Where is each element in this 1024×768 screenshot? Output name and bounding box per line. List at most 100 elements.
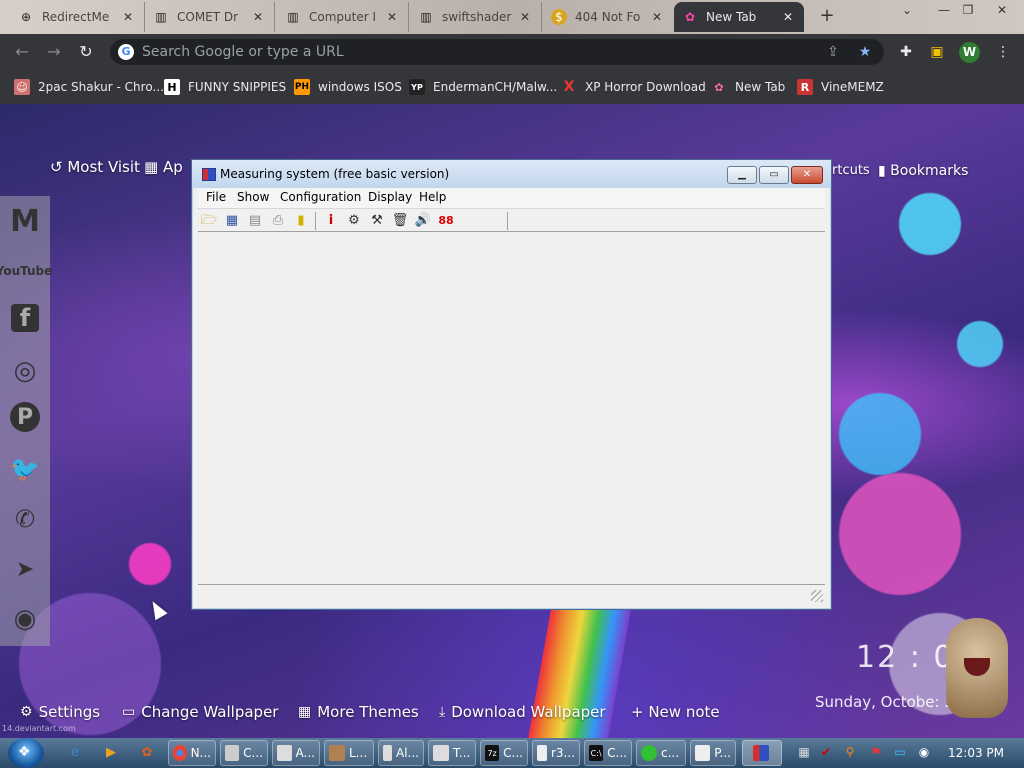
tray-volume-icon[interactable]: ◉ bbox=[916, 744, 932, 760]
menu-file[interactable]: File bbox=[206, 190, 226, 204]
download-wallpaper-button[interactable]: ⤓ Download Wallpaper bbox=[439, 700, 606, 724]
tab-redirectme[interactable]: ⊕ RedirectMe ✕ bbox=[10, 2, 145, 32]
maximize-button[interactable]: ▭ bbox=[759, 166, 789, 184]
menu-configuration[interactable]: Configuration bbox=[280, 190, 361, 204]
ie-icon[interactable]: e bbox=[66, 744, 84, 762]
open-folder-icon[interactable]: 🗁 bbox=[200, 212, 218, 230]
taskbar-item-3[interactable]: A... bbox=[272, 740, 320, 766]
kebab-menu-icon[interactable]: ⋮ bbox=[994, 43, 1012, 61]
resize-grip-icon[interactable] bbox=[811, 590, 823, 602]
close-icon[interactable]: ✕ bbox=[250, 10, 266, 24]
tab-swiftshader[interactable]: ▥ swiftshader ✕ bbox=[410, 2, 542, 32]
tray-flag-icon[interactable]: ⚑ bbox=[868, 744, 884, 760]
app-toolbar: 🗁 ▦ ▤ ⎙ ▮ i ⚙ ⚒ 🗑 🔊 88 bbox=[198, 208, 825, 232]
app-title-bar[interactable]: Measuring system (free basic version) ▁ … bbox=[192, 160, 831, 188]
bookmark-funny-snippies[interactable]: H FUNNY SNIPPIES bbox=[164, 77, 286, 97]
profile-avatar[interactable]: W bbox=[959, 42, 980, 63]
taskbar-cmd[interactable]: C:\ C... bbox=[584, 740, 632, 766]
tab-comet[interactable]: ▥ COMET Dr ✕ bbox=[145, 2, 275, 32]
pinterest-icon[interactable]: P bbox=[10, 402, 40, 432]
taskbar-item-2[interactable]: C... bbox=[220, 740, 268, 766]
share-icon[interactable]: ⇪ bbox=[824, 43, 842, 61]
close-icon[interactable]: ✕ bbox=[384, 10, 400, 24]
side-panel-icon[interactable]: ▣ bbox=[928, 43, 946, 61]
taskbar-item-11[interactable]: P... bbox=[690, 740, 736, 766]
bookmark-new-tab[interactable]: ✿ New Tab bbox=[711, 77, 785, 97]
taskbar-item-8[interactable]: r3... bbox=[532, 740, 580, 766]
extensions-puzzle-icon[interactable]: ✚ bbox=[897, 43, 915, 61]
app-launcher-icon[interactable]: ✿ bbox=[138, 744, 156, 762]
star-icon[interactable]: ★ bbox=[856, 43, 874, 61]
omnibox[interactable]: G Search Google or type a URL ⇪ ★ bbox=[110, 39, 884, 65]
x-logo-icon: X bbox=[563, 79, 575, 95]
tab-title: RedirectMe bbox=[42, 10, 110, 24]
record-icon[interactable]: ▦ bbox=[223, 212, 241, 230]
tab-404[interactable]: $ 404 Not Fo ✕ bbox=[543, 2, 673, 32]
apps-button[interactable]: ▦ Ap bbox=[144, 158, 183, 176]
new-note-button[interactable]: + New note bbox=[631, 700, 720, 724]
close-icon[interactable]: ✕ bbox=[517, 10, 533, 24]
taskbar-item-10[interactable]: c... bbox=[636, 740, 686, 766]
print-icon[interactable]: ⎙ bbox=[269, 212, 287, 230]
menu-help[interactable]: Help bbox=[419, 190, 446, 204]
digital-display-icon[interactable]: 88 bbox=[437, 212, 455, 230]
menu-display[interactable]: Display bbox=[368, 190, 412, 204]
taskbar-item-5[interactable]: Al... bbox=[378, 740, 424, 766]
more-themes-button[interactable]: ▦ More Themes bbox=[298, 700, 419, 724]
youtube-icon[interactable]: YouTube bbox=[0, 254, 52, 288]
twitter-icon[interactable]: 🐦 bbox=[8, 452, 42, 486]
close-icon[interactable]: ✕ bbox=[649, 10, 665, 24]
table-icon[interactable]: ▤ bbox=[246, 212, 264, 230]
facebook-icon[interactable]: f bbox=[11, 304, 39, 332]
whatsapp-icon[interactable]: ✆ bbox=[8, 502, 42, 536]
info-icon[interactable]: i bbox=[322, 212, 340, 230]
reload-icon[interactable]: ↻ bbox=[76, 42, 96, 62]
forward-arrow-icon[interactable]: → bbox=[44, 42, 64, 62]
settings-button[interactable]: ⚙ Settings bbox=[20, 700, 100, 724]
media-player-icon[interactable]: ▶ bbox=[102, 744, 120, 762]
chevron-down-icon[interactable]: ⌄ bbox=[893, 0, 921, 20]
telegram-icon[interactable]: ➤ bbox=[8, 552, 42, 586]
close-button[interactable]: ✕ bbox=[791, 166, 823, 184]
start-button[interactable]: ❖ bbox=[8, 738, 44, 768]
bookmark-xp-horror[interactable]: X XP Horror Download bbox=[561, 77, 706, 97]
most-visited-button[interactable]: ↺ Most Visit bbox=[50, 158, 140, 176]
gmail-icon[interactable]: M bbox=[8, 204, 42, 239]
tray-app-icon[interactable]: ▦ bbox=[796, 744, 812, 760]
tray-check-icon[interactable]: ✔ bbox=[818, 744, 834, 760]
tab-computer[interactable]: ▥ Computer I ✕ bbox=[277, 2, 409, 32]
bookmark-windows-isos[interactable]: PH windows ISOS bbox=[294, 77, 402, 97]
tray-search-icon[interactable]: ⚲ bbox=[842, 744, 858, 760]
sound-icon[interactable]: 🔊 bbox=[414, 212, 432, 230]
back-arrow-icon[interactable]: ← bbox=[12, 42, 32, 62]
tab-new-tab[interactable]: ✿ New Tab ✕ bbox=[674, 2, 804, 32]
menu-show[interactable]: Show bbox=[237, 190, 269, 204]
reddit-icon[interactable]: ◉ bbox=[8, 602, 42, 636]
close-icon[interactable]: ✕ bbox=[780, 10, 796, 24]
new-tab-button[interactable]: + bbox=[816, 5, 838, 27]
change-wallpaper-button[interactable]: ▭ Change Wallpaper bbox=[122, 700, 278, 724]
tray-network-icon[interactable]: ▭ bbox=[892, 744, 908, 760]
taskbar-measuring-system[interactable] bbox=[742, 740, 782, 766]
h-logo-icon: H bbox=[164, 79, 180, 95]
bookmark-endermanch[interactable]: YP EndermanCH/Malw... bbox=[409, 77, 557, 97]
taskbar-chrome[interactable]: N... bbox=[168, 740, 216, 766]
tools-icon[interactable]: ⚒ bbox=[368, 212, 386, 230]
battery-icon[interactable]: ▮ bbox=[292, 212, 310, 230]
close-icon[interactable]: ✕ bbox=[120, 10, 136, 24]
bookmark-vinememz[interactable]: R VineMEMZ bbox=[797, 77, 884, 97]
taskbar-7zip[interactable]: 7z C... bbox=[480, 740, 528, 766]
app-icon bbox=[753, 745, 769, 761]
close-window-icon[interactable]: ✕ bbox=[988, 0, 1016, 20]
minimize-button[interactable]: ▁ bbox=[727, 166, 757, 184]
chip-icon[interactable]: ⚙ bbox=[345, 212, 363, 230]
instagram-icon[interactable]: ◎ bbox=[8, 354, 42, 388]
shortcuts-button[interactable]: rtcuts bbox=[832, 163, 870, 178]
taskbar-item-6[interactable]: T... bbox=[428, 740, 476, 766]
trash-icon[interactable]: 🗑 bbox=[391, 212, 409, 230]
restore-icon[interactable]: ❐ bbox=[954, 0, 982, 20]
taskbar-item-4[interactable]: L... bbox=[324, 740, 374, 766]
bookmarks-button[interactable]: ▮ Bookmarks bbox=[878, 163, 968, 179]
taskbar-clock[interactable]: 12:03 PM bbox=[948, 746, 1004, 760]
bookmark-2pac[interactable]: ☺ 2pac Shakur - Chro... bbox=[14, 77, 164, 97]
